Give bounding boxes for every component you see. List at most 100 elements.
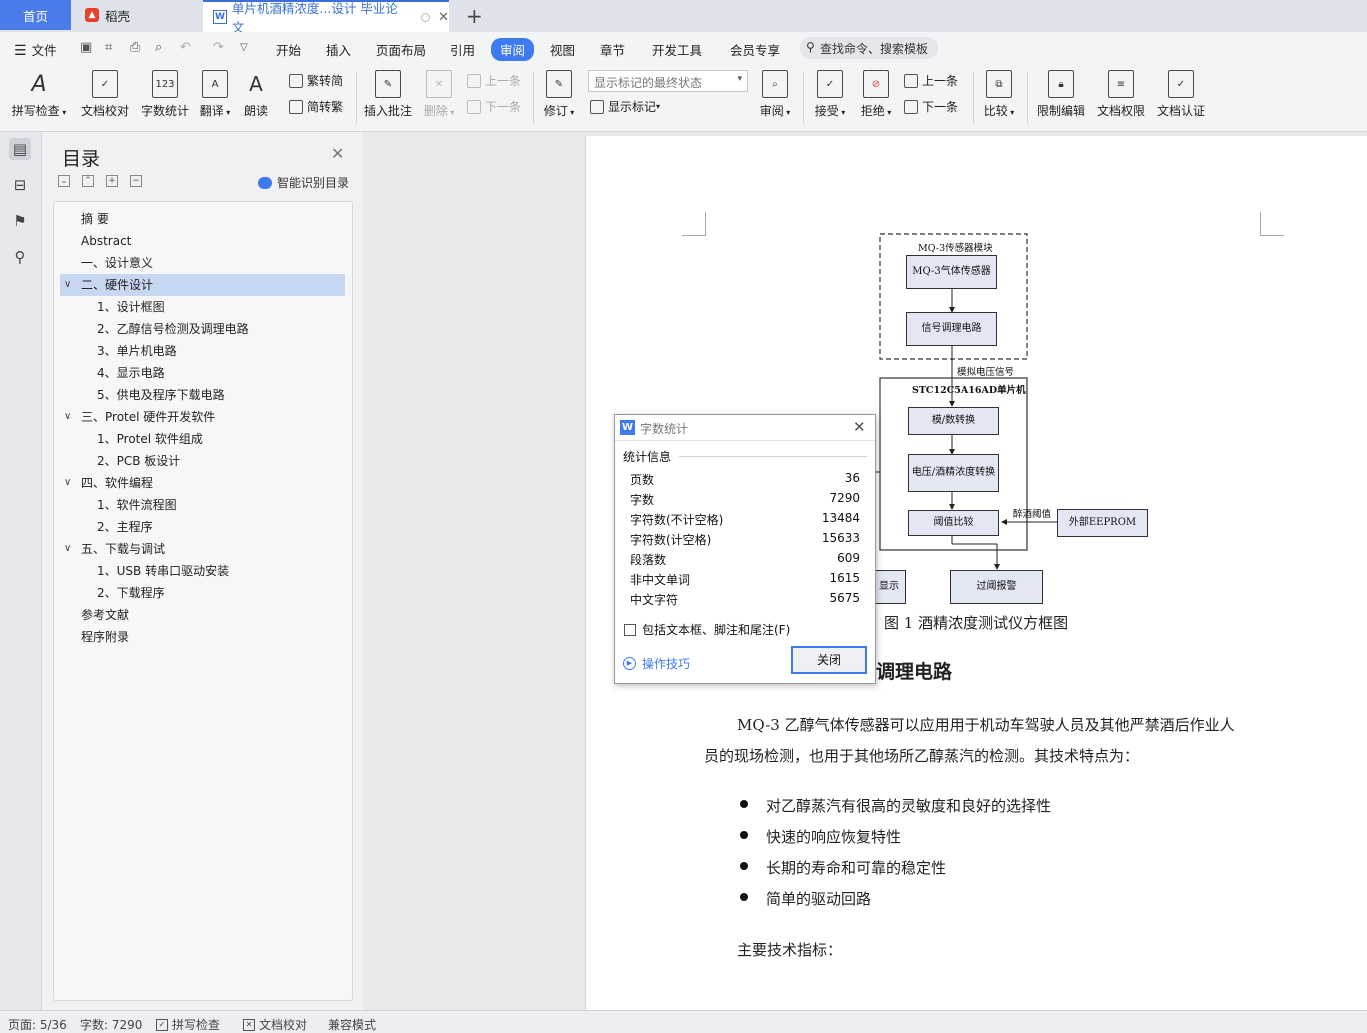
tab-daoke[interactable]: ▲ 稻壳	[73, 0, 199, 30]
toc-item[interactable]: ∨ 五、下载与调试	[60, 538, 345, 560]
prev-change-button[interactable]: 上一条	[904, 72, 958, 89]
toc-item[interactable]: 2、下载程序	[60, 582, 345, 604]
toc-item[interactable]: 3、单片机电路	[60, 340, 345, 362]
markup-state-select[interactable]: 显示标记的最终状态 ▾	[588, 70, 748, 92]
lock-icon: 🔒︎	[1048, 70, 1074, 98]
dialog-close-icon[interactable]: ✕	[853, 418, 866, 436]
new-tab-plus-icon[interactable]: +	[466, 4, 483, 28]
doc-proof-status-label: 文档校对	[259, 1018, 308, 1032]
dialog-titlebar[interactable]: W 字数统计 ✕	[615, 415, 875, 441]
read-aloud-button[interactable]: A 朗读	[240, 70, 272, 119]
checkbox-icon[interactable]	[624, 623, 636, 636]
menu-page-layout[interactable]: 页面布局	[376, 40, 426, 59]
toc-item[interactable]: 一、设计意义	[60, 252, 345, 274]
print-icon[interactable]: ⎙	[130, 40, 140, 55]
toc-item-selected[interactable]: ∨ 二、硬件设计	[60, 274, 345, 296]
delete-comment-button[interactable]: ✕ 删除 ▾	[420, 70, 458, 119]
expand-up-icon[interactable]: ⌃	[82, 175, 94, 187]
tab-document[interactable]: W 单片机酒精浓度...设计 毕业论文 ✕	[203, 0, 449, 35]
trad-to-simp-button[interactable]: 繁转简	[289, 72, 343, 89]
dropdown-arrow-icon: ▾	[737, 74, 742, 84]
menu-insert[interactable]: 插入	[326, 40, 351, 59]
toc-item[interactable]: 2、PCB 板设计	[60, 450, 345, 472]
customize-chevron-icon[interactable]: ▽	[240, 42, 248, 53]
translate-button[interactable]: A 翻译 ▾	[196, 70, 234, 119]
remove-item-icon[interactable]: −	[130, 175, 142, 187]
outline-icon[interactable]: ▤	[9, 138, 31, 160]
insert-comment-button[interactable]: ✎ 插入批注	[362, 70, 414, 119]
simp-to-trad-button[interactable]: 简转繁	[289, 98, 343, 115]
chapter-nav-icon[interactable]: ⊟	[9, 174, 31, 196]
next-comment-button[interactable]: 下一条	[467, 98, 521, 115]
accept-icon: ✓	[817, 70, 843, 98]
menu-dev-tools[interactable]: 开发工具	[652, 40, 702, 59]
reject-button[interactable]: ⊘ 拒绝 ▾	[856, 70, 896, 119]
menu-chapter[interactable]: 章节	[600, 40, 625, 59]
menu-view[interactable]: 视图	[550, 40, 575, 59]
show-markup-button[interactable]: 显示标记 ▾	[590, 98, 660, 115]
spellcheck-status[interactable]: ✓ 拼写检查	[156, 1016, 220, 1033]
next-change-button[interactable]: 下一条	[904, 98, 958, 115]
command-search[interactable]: ⚲ 查找命令、搜索模板	[800, 37, 938, 59]
menu-start[interactable]: 开始	[276, 40, 301, 59]
toc-title: 目录	[62, 148, 101, 170]
search-panel-icon[interactable]: ⚲	[9, 246, 31, 268]
toc-item[interactable]: 4、显示电路	[60, 362, 345, 384]
toc-item[interactable]: 1、设计框图	[60, 296, 345, 318]
prev-change-icon	[904, 73, 918, 88]
chevron-down-icon[interactable]: ∨	[64, 406, 71, 428]
compare-icon: ⧉	[986, 70, 1012, 98]
review-pane-button[interactable]: ⌕ 审阅 ▾	[756, 70, 794, 119]
toc-item[interactable]: 2、主程序	[60, 516, 345, 538]
doc-certify-button[interactable]: ✓ 文档认证	[1154, 70, 1208, 119]
stat-row: 段落数 609	[630, 551, 860, 571]
toc-item[interactable]: 参考文献	[60, 604, 345, 626]
toc-item[interactable]: 1、Protel 软件组成	[60, 428, 345, 450]
toc-item[interactable]: 程序附录	[60, 626, 345, 648]
toc-close-icon[interactable]: ✕	[331, 144, 344, 163]
bookmark-icon[interactable]: ⚑	[9, 210, 31, 232]
track-changes-button[interactable]: ✎ 修订 ▾	[538, 70, 580, 119]
chevron-down-icon[interactable]: ∨	[64, 538, 71, 560]
word-count-button[interactable]: 123 字数统计	[138, 70, 192, 119]
compare-button[interactable]: ⧉ 比较 ▾	[980, 70, 1018, 119]
accept-button[interactable]: ✓ 接受 ▾	[810, 70, 850, 119]
toc-item[interactable]: 2、乙醇信号检测及调理电路	[60, 318, 345, 340]
chevron-down-icon[interactable]: ∨	[64, 274, 71, 296]
menu-review[interactable]: 审阅	[491, 38, 535, 61]
toc-item[interactable]: Abstract	[60, 230, 345, 252]
doc-proof-button[interactable]: ✓ 文档校对	[78, 70, 132, 119]
spellcheck-button[interactable]: A 拼写检查 ▾	[10, 70, 68, 119]
tips-link[interactable]: ▶ 操作技巧	[623, 655, 690, 672]
toc-item[interactable]: 摘 要	[60, 208, 345, 230]
toc-item[interactable]: ∨ 四、软件编程	[60, 472, 345, 494]
word-count-indicator[interactable]: 字数: 7290	[80, 1016, 142, 1033]
writer-doc-icon: W	[213, 10, 227, 24]
toc-item[interactable]: 1、软件流程图	[60, 494, 345, 516]
doc-proof-status[interactable]: ✕ 文档校对	[243, 1016, 307, 1033]
tab-close-icon[interactable]: ✕	[438, 10, 449, 25]
close-button[interactable]: 关闭	[791, 646, 867, 674]
format-painter-icon[interactable]: ⌗	[105, 40, 112, 55]
restrict-edit-button[interactable]: 🔒︎ 限制编辑	[1034, 70, 1088, 119]
chevron-down-icon[interactable]: ∨	[64, 472, 71, 494]
doc-permission-button[interactable]: ≡ 文档权限	[1094, 70, 1148, 119]
tab-home[interactable]: 首页	[0, 0, 71, 30]
print-preview-icon[interactable]: ⌕	[155, 40, 162, 55]
menu-member[interactable]: 会员专享	[730, 40, 780, 59]
include-textbox-checkbox[interactable]: 包括文本框、脚注和尾注(F)	[624, 621, 790, 638]
menu-references[interactable]: 引用	[450, 40, 475, 59]
save-icon[interactable]: ▣	[80, 40, 92, 55]
toc-item[interactable]: ∨ 三、Protel 硬件开发软件	[60, 406, 345, 428]
collapse-all-icon[interactable]: ⌄	[58, 175, 70, 187]
smart-detect-toc-button[interactable]: 智能识别目录	[258, 174, 349, 191]
page-indicator[interactable]: 页面: 5/36	[8, 1016, 67, 1033]
undo-icon[interactable]: ↶	[180, 40, 191, 55]
section-heading: 调理电路	[876, 661, 953, 683]
toc-item[interactable]: 1、USB 转串口驱动安装	[60, 560, 345, 582]
add-item-icon[interactable]: +	[106, 175, 118, 187]
redo-icon[interactable]: ↷	[213, 40, 224, 55]
prev-comment-button[interactable]: 上一条	[467, 72, 521, 89]
file-menu[interactable]: ☰ 文件	[14, 40, 57, 59]
toc-item[interactable]: 5、供电及程序下载电路	[60, 384, 345, 406]
